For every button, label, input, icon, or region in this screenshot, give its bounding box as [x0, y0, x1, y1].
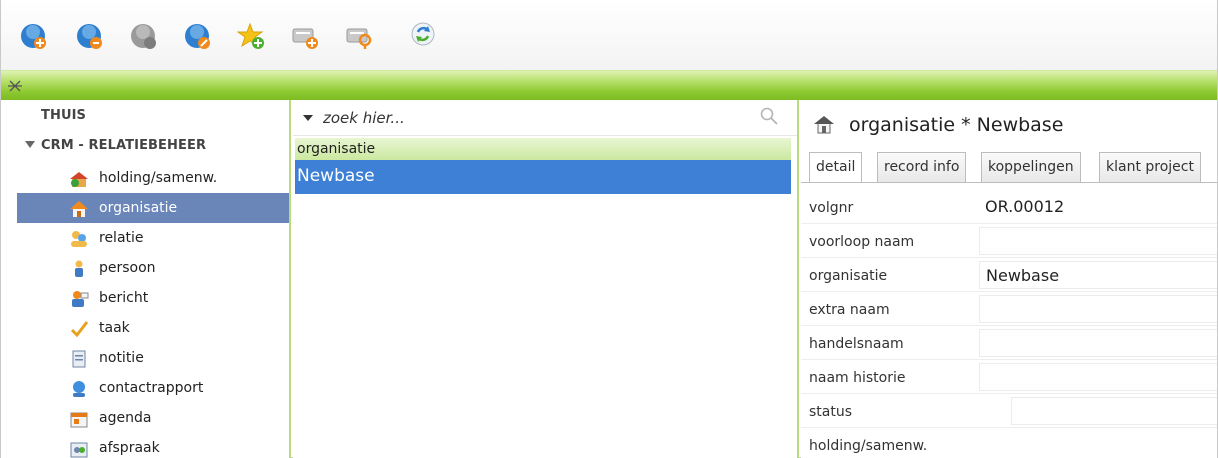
sync-icon[interactable] [409, 20, 437, 48]
navigation-panel: THUIS CRM - RELATIEBEHEER holding/samenw… [1, 100, 291, 458]
collapse-toggle-icon[interactable] [7, 78, 23, 94]
list-group-header: organisatie [295, 138, 791, 160]
nav-item-notitie[interactable]: notitie [17, 343, 289, 373]
nav-thuis[interactable]: THUIS [41, 108, 86, 123]
green-bar [1, 70, 1217, 100]
field-row-extra-naam: extra naam [801, 292, 1217, 326]
nav-item-contactrapport[interactable]: contactrapport [17, 373, 289, 403]
relation-icon [69, 229, 89, 249]
nav-item-agenda[interactable]: agenda [17, 403, 289, 433]
field-row-handelsnaam: handelsnaam [801, 326, 1217, 360]
record-list-panel: organisatie Newbase [293, 100, 799, 458]
field-input-naam-historie[interactable] [979, 363, 1217, 391]
field-value-volgnr: OR.00012 [985, 197, 1065, 216]
detail-panel: organisatie * Newbase detail record info… [801, 100, 1217, 458]
new-record-icon[interactable] [19, 22, 47, 50]
add-document-icon[interactable] [291, 22, 319, 50]
expand-arrow-icon[interactable] [25, 141, 35, 148]
agenda-icon [69, 409, 89, 429]
message-icon [69, 289, 89, 309]
search-icon[interactable] [759, 106, 779, 126]
field-row-organisatie: organisatie Newbase [801, 258, 1217, 292]
nav-item-bericht[interactable]: bericht [17, 283, 289, 313]
toolbar [1, 0, 1217, 70]
app-window: THUIS CRM - RELATIEBEHEER holding/samenw… [0, 0, 1218, 458]
disabled-globe-icon[interactable] [129, 22, 157, 50]
nav-item-organisatie[interactable]: organisatie [17, 193, 289, 223]
field-row-holding: holding/samenw. [801, 428, 1217, 458]
add-favorite-icon[interactable] [237, 22, 265, 50]
field-input-organisatie[interactable]: Newbase [979, 261, 1217, 289]
field-select-status[interactable] [1011, 397, 1217, 425]
nav-item-relatie[interactable]: relatie [17, 223, 289, 253]
field-input-handelsnaam[interactable] [979, 329, 1217, 357]
search-document-icon[interactable] [345, 22, 373, 50]
tab-divider [801, 182, 1217, 183]
person-icon [69, 259, 89, 279]
house-icon [69, 199, 89, 219]
search-input[interactable] [323, 106, 753, 130]
field-row-naam-historie: naam historie [801, 360, 1217, 394]
nav-item-taak[interactable]: taak [17, 313, 289, 343]
search-row [293, 100, 797, 136]
holding-icon [69, 169, 89, 189]
field-value-holding[interactable] [979, 431, 1217, 458]
tab-klant-project[interactable]: klant project [1099, 152, 1201, 182]
search-dropdown-icon[interactable] [303, 115, 313, 121]
task-icon [69, 319, 89, 339]
edit-record-icon[interactable] [183, 22, 211, 50]
note-icon [69, 349, 89, 369]
field-row-voorloop-naam: voorloop naam [801, 224, 1217, 258]
detail-header: organisatie * Newbase [801, 100, 1217, 150]
nav-item-persoon[interactable]: persoon [17, 253, 289, 283]
nav-item-holding[interactable]: holding/samenw. [17, 163, 289, 193]
nav-section-crm[interactable]: CRM - RELATIEBEHEER [41, 138, 206, 153]
page-title: organisatie * Newbase [849, 114, 1064, 136]
contact-report-icon [69, 379, 89, 399]
tab-koppelingen[interactable]: koppelingen [981, 152, 1081, 182]
appointment-icon [69, 439, 89, 458]
house-icon [813, 114, 835, 134]
field-input-voorloop-naam[interactable] [979, 227, 1217, 255]
tab-record-info[interactable]: record info [877, 152, 967, 182]
nav-item-afspraak[interactable]: afspraak [17, 433, 289, 458]
refresh-records-icon[interactable] [75, 22, 103, 50]
tab-detail[interactable]: detail [809, 152, 863, 183]
field-row-status: status [801, 394, 1217, 428]
field-row-volgnr: volgnr OR.00012 [801, 190, 1217, 224]
list-item[interactable]: Newbase [295, 160, 791, 194]
detail-tabs: detail record info koppelingen klant pro… [809, 152, 1217, 183]
field-input-extra-naam[interactable] [979, 295, 1217, 323]
